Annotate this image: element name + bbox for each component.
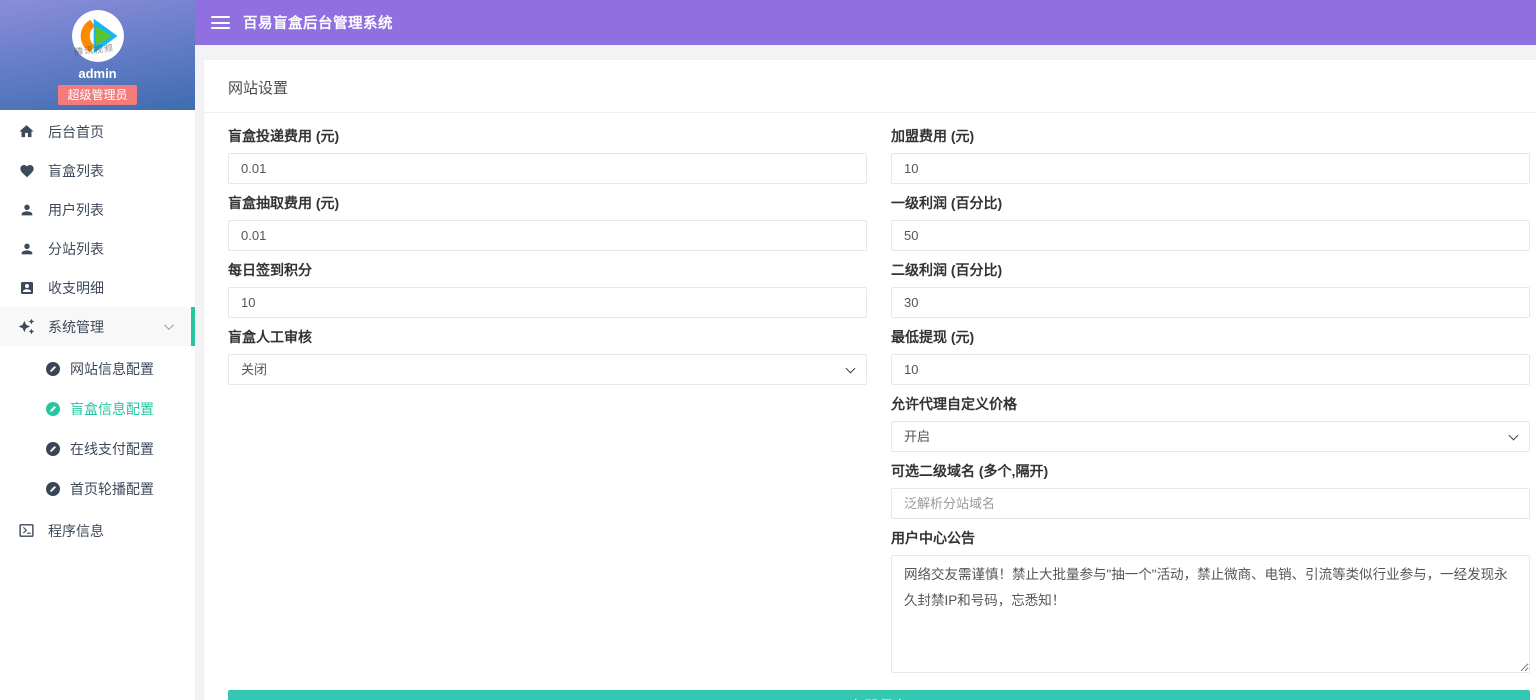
hamburger-icon[interactable]: [211, 16, 230, 29]
sidebar-item-income-expense[interactable]: 收支明细: [0, 268, 195, 307]
form-column-right: 加盟费用 (元) 一级利润 (百分比) 二级利润 (百分比) 最低提现 (元) …: [891, 126, 1530, 682]
sparkles-icon: [18, 318, 35, 335]
field-label-manual-review: 盲盒人工审核: [228, 327, 867, 347]
optional-subdomains-input[interactable]: [891, 488, 1530, 519]
form-column-left: 盲盒投递费用 (元) 盲盒抽取费用 (元) 每日签到积分 盲盒人工审核 关闭: [228, 126, 867, 682]
user-center-notice-textarea[interactable]: 网络交友需谨慎！禁止大批量参与"抽一个"活动，禁止微商、电销、引流等类似行业参与…: [891, 555, 1530, 673]
sidebar-item-system-management[interactable]: 系统管理: [0, 307, 195, 346]
content-area: 网站设置 盲盒投递费用 (元) 盲盒抽取费用 (元) 每日签到积分 盲盒人工审: [195, 45, 1536, 700]
edit-circle-icon: [46, 442, 60, 456]
field-label-user-center-notice: 用户中心公告: [891, 528, 1530, 548]
field-label-min-withdrawal: 最低提现 (元): [891, 327, 1530, 347]
system-management-submenu: 网站信息配置 盲盒信息配置 在线支付配置 首页轮播配置: [0, 346, 195, 511]
field-label-level1-profit: 一级利润 (百分比): [891, 193, 1530, 213]
form-group: 用户中心公告 网络交友需谨慎！禁止大批量参与"抽一个"活动，禁止微商、电销、引流…: [891, 528, 1530, 673]
franchise-fee-input[interactable]: [891, 153, 1530, 184]
settings-card: 网站设置 盲盒投递费用 (元) 盲盒抽取费用 (元) 每日签到积分 盲盒人工审: [204, 60, 1536, 700]
field-label-level2-profit: 二级利润 (百分比): [891, 260, 1530, 280]
form-group: 每日签到积分: [228, 260, 867, 318]
settings-form: 盲盒投递费用 (元) 盲盒抽取费用 (元) 每日签到积分 盲盒人工审核 关闭: [204, 113, 1536, 682]
field-label-franchise-fee: 加盟费用 (元): [891, 126, 1530, 146]
sidebar-item-dashboard[interactable]: 后台首页: [0, 112, 195, 151]
card-footer: 立即保存: [204, 682, 1536, 700]
card-header: 网站设置: [204, 60, 1536, 113]
sidebar-subitem-website-info-config[interactable]: 网站信息配置: [0, 349, 195, 389]
sidebar-subitem-home-carousel-config[interactable]: 首页轮播配置: [0, 469, 195, 509]
field-label-daily-signin-points: 每日签到积分: [228, 260, 867, 280]
user-icon: [18, 201, 35, 218]
field-label-box-delivery-fee: 盲盒投递费用 (元): [228, 126, 867, 146]
sidebar-user-panel: 腾讯视频 admin 超级管理员: [0, 0, 195, 110]
heart-icon: [18, 162, 35, 179]
form-group: 盲盒人工审核 关闭: [228, 327, 867, 385]
page-title: 网站设置: [228, 80, 288, 97]
sidebar-menu: 后台首页 盲盒列表 用户列表 分站列表 收支明细: [0, 110, 195, 550]
edit-circle-icon: [46, 482, 60, 496]
ledger-icon: [18, 279, 35, 296]
daily-signin-points-input[interactable]: [228, 287, 867, 318]
form-group: 一级利润 (百分比): [891, 193, 1530, 251]
chevron-down-icon: [164, 320, 174, 330]
form-group: 最低提现 (元): [891, 327, 1530, 385]
sidebar-item-user-list[interactable]: 用户列表: [0, 190, 195, 229]
sidebar-subitem-box-info-config[interactable]: 盲盒信息配置: [0, 389, 195, 429]
level2-profit-input[interactable]: [891, 287, 1530, 318]
username: admin: [0, 66, 195, 81]
edit-circle-icon: [46, 362, 60, 376]
form-group: 二级利润 (百分比): [891, 260, 1530, 318]
form-group: 加盟费用 (元): [891, 126, 1530, 184]
role-badge: 超级管理员: [58, 85, 136, 105]
box-delivery-fee-input[interactable]: [228, 153, 867, 184]
form-group: 盲盒投递费用 (元): [228, 126, 867, 184]
form-group: 可选二级域名 (多个,隔开): [891, 461, 1530, 519]
topbar: 百易盲盒后台管理系统: [195, 0, 1536, 45]
field-label-optional-subdomains: 可选二级域名 (多个,隔开): [891, 461, 1530, 481]
sidebar-subitem-online-payment-config[interactable]: 在线支付配置: [0, 429, 195, 469]
form-group: 允许代理自定义价格 开启: [891, 394, 1530, 452]
sidebar: 腾讯视频 admin 超级管理员 后台首页 盲盒列表 用户列表: [0, 0, 195, 700]
save-button[interactable]: 立即保存: [228, 690, 1530, 700]
field-label-box-draw-fee: 盲盒抽取费用 (元): [228, 193, 867, 213]
sidebar-item-program-info[interactable]: 程序信息: [0, 511, 195, 550]
field-label-agent-custom-price: 允许代理自定义价格: [891, 394, 1530, 414]
terminal-icon: [18, 522, 35, 539]
min-withdrawal-input[interactable]: [891, 354, 1530, 385]
home-icon: [18, 123, 35, 140]
sidebar-item-box-list[interactable]: 盲盒列表: [0, 151, 195, 190]
user-icon: [18, 240, 35, 257]
avatar[interactable]: 腾讯视频: [72, 10, 124, 62]
manual-review-select[interactable]: 关闭: [228, 354, 867, 385]
form-group: 盲盒抽取费用 (元): [228, 193, 867, 251]
level1-profit-input[interactable]: [891, 220, 1530, 251]
agent-custom-price-select[interactable]: 开启: [891, 421, 1530, 452]
edit-circle-icon: [46, 402, 60, 416]
app-title: 百易盲盒后台管理系统: [243, 12, 393, 33]
box-draw-fee-input[interactable]: [228, 220, 867, 251]
sidebar-item-substation-list[interactable]: 分站列表: [0, 229, 195, 268]
